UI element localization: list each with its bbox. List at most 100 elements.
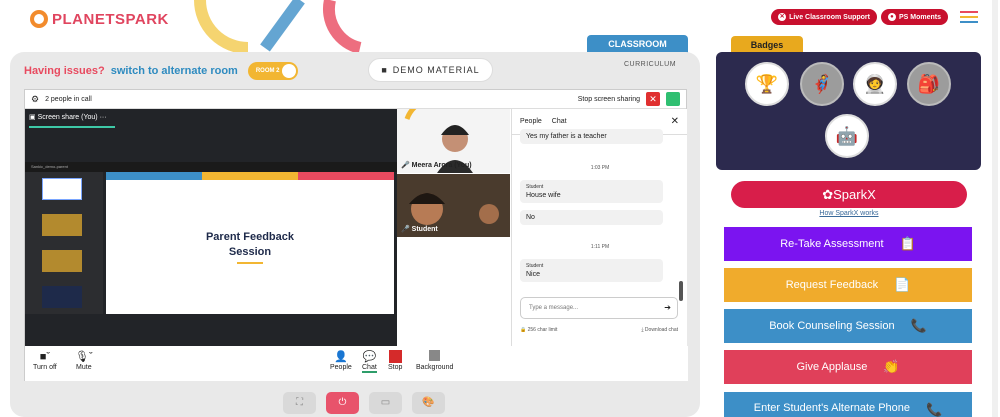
header-actions: ✕ Live Classroom Support ● PS Moments xyxy=(771,8,978,26)
video-camera-icon: ■ˇ xyxy=(39,351,51,363)
logo-icon xyxy=(30,10,48,28)
slide-title-line1: Parent Feedback xyxy=(205,231,295,243)
background-icon xyxy=(416,350,453,364)
slide-title: Parent Feedback Session xyxy=(106,230,394,260)
book-counseling-label: Book Counseling Session xyxy=(769,320,895,332)
fullscreen-button[interactable]: ⛶ xyxy=(283,392,316,414)
laptop-icon: ▭ xyxy=(380,397,391,408)
logo-text: PLANETSPARK xyxy=(52,10,169,28)
sparkx-label: SparkX xyxy=(833,187,876,202)
toggle-knob xyxy=(281,64,296,78)
slide-thumbnail[interactable] xyxy=(42,250,82,272)
people-count: 2 people in call xyxy=(45,95,92,103)
live-support-button[interactable]: ✕ Live Classroom Support xyxy=(771,9,877,25)
palette-icon: 🎨 xyxy=(422,397,435,408)
page-scrollbar[interactable] xyxy=(992,0,998,417)
screen-share-label: ▣ Screen share (You) ··· xyxy=(29,114,107,121)
issue-text: Having issues? xyxy=(24,65,105,77)
tab-people[interactable]: People xyxy=(520,118,542,125)
badge-robot-icon[interactable]: 🤖 xyxy=(825,114,869,158)
badge-trophy-icon[interactable]: 🏆 xyxy=(745,62,789,106)
monitor-icon: ▣ xyxy=(29,114,38,121)
retake-assessment-label: Re-Take Assessment xyxy=(780,238,884,250)
tab-chat[interactable]: Chat xyxy=(552,118,567,125)
book-counseling-button[interactable]: Book Counseling Session 📞 xyxy=(724,309,972,343)
live-support-label: Live Classroom Support xyxy=(789,13,870,21)
chat-panel: People Chat ✕ Yes my father is a teacher… xyxy=(511,109,687,346)
microphone-icon: 🎙ˇ xyxy=(75,351,93,363)
screen-button[interactable]: ▭ xyxy=(369,392,402,414)
demo-material-label: DEMO MATERIAL xyxy=(392,65,480,75)
screen-share-text: Screen share (You) xyxy=(37,114,98,121)
close-icon[interactable]: ✕ xyxy=(671,116,679,127)
camera-button[interactable]: ■ˇ Turn off xyxy=(33,350,57,371)
tab-curriculum[interactable]: CURRICULUM xyxy=(624,61,676,68)
person-icon: 👤 xyxy=(334,351,348,363)
student-name-text: Student xyxy=(411,226,438,233)
background-label: Background xyxy=(416,364,454,371)
ps-moments-button[interactable]: ● PS Moments xyxy=(880,9,948,25)
slide-thumbnail[interactable] xyxy=(42,214,82,236)
demo-material-button[interactable]: ■ DEMO MATERIAL xyxy=(368,58,493,82)
clap-icon: 👏 xyxy=(883,359,900,374)
char-limit-text: 256 char limit xyxy=(527,327,558,333)
people-button[interactable]: 👤 People xyxy=(330,350,352,371)
chat-input[interactable]: Type a message... ➔ xyxy=(520,297,678,319)
end-class-button[interactable]: ⏻ xyxy=(326,392,359,414)
document-icon: 📄 xyxy=(894,277,911,292)
sparkx-help-link[interactable]: How SparkX works xyxy=(731,210,967,217)
stop-sharing-button[interactable]: ✕ xyxy=(646,92,660,106)
alternate-room-link[interactable]: switch to alternate room xyxy=(111,65,238,77)
retake-assessment-button[interactable]: Re-Take Assessment 📋 xyxy=(724,227,972,261)
mic-button[interactable]: 🎙ˇ Mute xyxy=(75,350,93,371)
phone-icon: 📞 xyxy=(926,402,943,417)
issue-bar: Having issues? switch to alternate room … xyxy=(24,62,298,80)
badge-locked-icon[interactable]: 🎒 xyxy=(907,62,951,106)
gear-icon[interactable]: ⚙ xyxy=(31,94,39,105)
chat-message: No xyxy=(520,210,663,225)
stop-share-button[interactable]: Stop xyxy=(388,350,402,371)
chat-scrollbar[interactable] xyxy=(679,281,683,301)
alternate-phone-button[interactable]: Enter Student's Alternate Phone 📞 xyxy=(724,392,972,417)
chat-message-text: House wife xyxy=(526,192,561,199)
request-feedback-button[interactable]: Request Feedback 📄 xyxy=(724,268,972,302)
chat-message-text: Nice xyxy=(526,271,541,278)
background-button[interactable]: Background xyxy=(416,350,453,371)
planetspark-logo[interactable]: PLANETSPARK xyxy=(30,10,169,28)
give-applause-button[interactable]: Give Applause 👏 xyxy=(724,350,972,384)
chat-message: Yes my father is a teacher xyxy=(520,129,663,144)
chat-timestamp: 1:03 PM xyxy=(590,165,610,171)
menu-icon[interactable] xyxy=(960,8,978,26)
slide-underline xyxy=(237,262,263,264)
camera-icon: ● xyxy=(887,13,896,21)
badge-locked-icon[interactable]: 🦸 xyxy=(800,62,844,106)
teacher-name-text: Meera Arora (You) xyxy=(411,162,472,169)
share-status-icon[interactable] xyxy=(666,92,680,106)
chat-label: Chat xyxy=(362,364,377,373)
clipboard-icon: 📋 xyxy=(899,236,916,251)
camera-label: Turn off xyxy=(33,364,57,371)
chat-sender: Student xyxy=(526,263,544,269)
participant-tile-teacher[interactable]: 🎤 Meera Arora (You) xyxy=(397,96,510,173)
room-toggle[interactable]: ROOM 2 xyxy=(247,62,298,80)
tab-classroom[interactable]: CLASSROOM xyxy=(587,35,688,53)
stop-sharing-label: Stop screen sharing xyxy=(577,95,640,103)
slide-thumbnail[interactable] xyxy=(42,178,82,200)
chat-button[interactable]: 💬 Chat xyxy=(362,350,377,373)
sparkx-button[interactable]: ✿SparkX xyxy=(731,181,967,208)
participant-tile-student[interactable]: 🎤 Student xyxy=(397,174,510,237)
palette-button[interactable]: 🎨 xyxy=(412,392,445,414)
call-topbar: ⚙ 2 people in call Stop screen sharing ✕ xyxy=(25,90,686,109)
power-icon: ⏻ xyxy=(338,397,347,408)
chat-input-placeholder: Type a message... xyxy=(529,305,579,311)
chat-timestamp: 1:11 PM xyxy=(590,244,610,250)
chat-sender: Student xyxy=(526,184,544,190)
slide-title-line2: Session xyxy=(228,246,272,258)
request-feedback-label: Request Feedback xyxy=(785,279,879,291)
slide-thumbnail[interactable] xyxy=(42,286,82,308)
slides-toolbar: Sankic_demo-parent xyxy=(25,162,397,172)
badge-hero-icon[interactable]: 🧑‍🚀 xyxy=(853,62,897,106)
download-chat-link[interactable]: ⤓ Download chat xyxy=(641,327,678,333)
slide-thumbnails xyxy=(25,172,103,314)
send-icon[interactable]: ➔ xyxy=(664,298,671,318)
